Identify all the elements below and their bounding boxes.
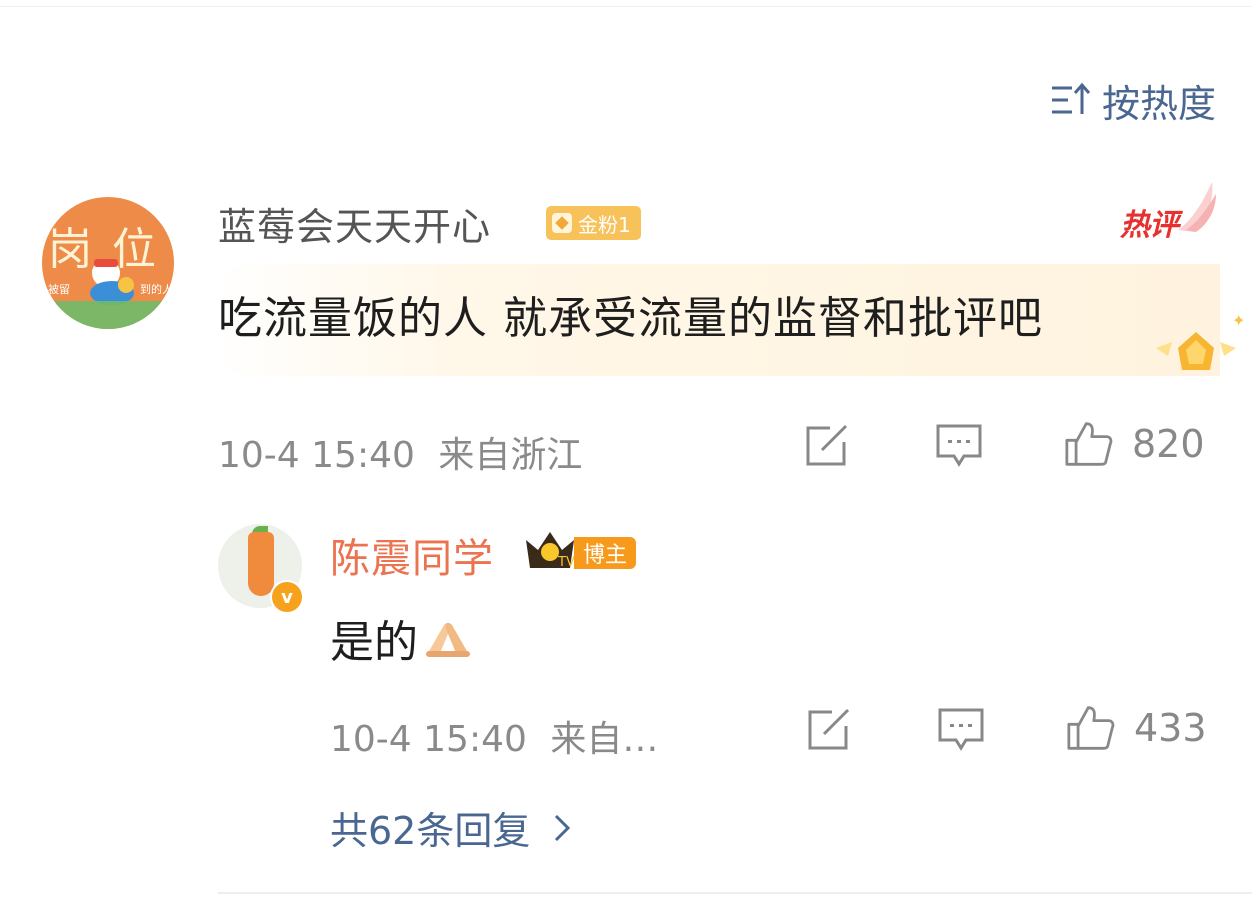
diamond-icon [552, 213, 572, 233]
comment-text: 吃流量饭的人 就承受流量的监督和批评吧 [218, 293, 1043, 344]
svg-text:TV: TV [557, 555, 575, 570]
fan-badge-label: 金粉1 [578, 212, 631, 237]
reply-share-button[interactable] [804, 706, 854, 754]
username[interactable]: 蓝莓会天天开心 [218, 196, 491, 251]
hot-comment-label: 热评 [1120, 208, 1179, 243]
reply-meta: 10-4 15:40 来自… [330, 710, 658, 762]
reply-text-row: 是的 [330, 606, 474, 670]
avatar-small-text: 被留 [48, 283, 70, 296]
avatar-small-text: 到的人 [140, 283, 173, 296]
like-button[interactable]: 820 [1064, 420, 1205, 468]
comment-meta: 10-4 15:40 来自浙江 [218, 426, 582, 478]
blogger-badge: 博主 [574, 537, 637, 569]
carrot-icon [248, 532, 274, 596]
chevron-right-icon [555, 814, 571, 841]
avatar-band [42, 301, 174, 329]
reply-like-count: 433 [1134, 706, 1207, 750]
gold-gem-icon: ✦ [1156, 311, 1244, 370]
share-icon [806, 424, 848, 466]
sort-icon [1051, 82, 1091, 114]
comment-time: 10-4 15:40 [218, 435, 415, 476]
reply-button[interactable] [934, 422, 984, 470]
reply-time: 10-4 15:40 [330, 719, 527, 760]
comment-icon [938, 708, 984, 751]
thumbs-up-icon [1065, 422, 1113, 466]
comment-location: 来自浙江 [438, 435, 583, 476]
mascot-icon [90, 259, 134, 305]
bottom-divider [218, 892, 1252, 894]
fan-level-badge[interactable]: 金粉1 [546, 206, 641, 240]
pray-hands-emoji [426, 622, 470, 657]
reply-like-button[interactable]: 433 [1066, 704, 1207, 752]
svg-text:✦: ✦ [1232, 311, 1244, 330]
crown-tv-icon: TV [526, 532, 575, 570]
share-icon [808, 708, 850, 750]
reply-comment-button[interactable] [936, 706, 986, 754]
hot-wing-icon [1178, 182, 1216, 232]
sort-by-heat-button[interactable]: 按热度 [1050, 78, 1216, 126]
reply-username[interactable]: 陈震同学 [330, 526, 494, 584]
view-all-replies-link[interactable]: 共62条回复 [330, 800, 572, 855]
like-count: 820 [1132, 422, 1205, 466]
top-divider [0, 6, 1252, 7]
comment-icon [936, 424, 982, 467]
more-replies-label: 共62条回复 [330, 809, 531, 853]
sort-label: 按热度 [1101, 81, 1216, 126]
share-button[interactable] [802, 422, 852, 470]
reply-location: 来自… [550, 719, 659, 760]
avatar[interactable]: 岗 位 被留 到的人 [42, 197, 174, 329]
verified-icon: v [270, 580, 304, 614]
thumbs-up-icon [1067, 706, 1115, 750]
reply-text: 是的 [330, 617, 418, 668]
